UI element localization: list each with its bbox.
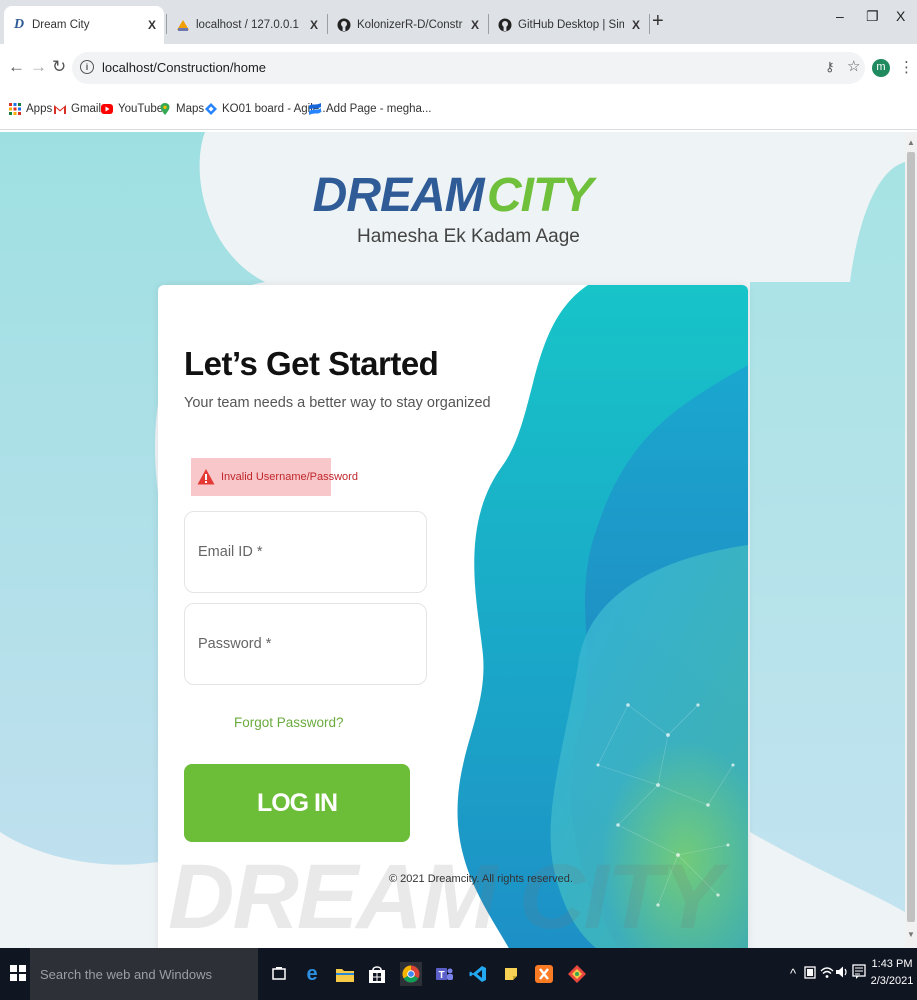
tab-title: GitHub Desktop | Simple collabo: [518, 19, 624, 31]
apps-grid-icon: [9, 103, 21, 115]
forgot-password-link[interactable]: Forgot Password?: [234, 715, 344, 730]
taskbar-clock[interactable]: 1:43 PM 2/3/2021: [870, 956, 914, 990]
browser-toolbar: ← → ↻ i localhost/Construction/home ⚷ ☆ …: [0, 44, 917, 92]
warning-icon: [197, 469, 215, 485]
brand-tagline: Hamesha Ek Kadam Aage: [357, 226, 580, 247]
brand-logo-city: CITY: [487, 169, 593, 222]
volume-icon[interactable]: [835, 965, 849, 982]
brand-watermark: DREAM CITY: [168, 846, 722, 948]
phpmyadmin-icon: [176, 18, 190, 32]
tab-title: KolonizerR-D/Construction: [357, 19, 463, 31]
bookmarks-bar: Apps Gmail YouTube Maps KO01 board - Agi…: [0, 92, 917, 130]
tab-close-icon[interactable]: X: [632, 18, 640, 32]
minimize-button[interactable]: –: [836, 8, 844, 24]
bookmark-maps[interactable]: Maps: [159, 103, 204, 115]
scroll-down-icon[interactable]: ▼: [907, 930, 915, 939]
task-view-icon[interactable]: [268, 962, 290, 986]
tab-separator: [488, 14, 489, 34]
back-arrow-icon[interactable]: ←: [8, 57, 25, 77]
bookmark-apps[interactable]: Apps: [9, 103, 52, 115]
reload-icon[interactable]: ↻: [52, 57, 66, 77]
menu-kebab-icon[interactable]: ⋮: [899, 58, 914, 76]
scrollbar-thumb[interactable]: [907, 152, 915, 922]
sticky-notes-icon[interactable]: [500, 962, 522, 986]
close-window-button[interactable]: X: [896, 8, 905, 24]
svg-text:T: T: [439, 970, 445, 981]
login-button[interactable]: LOG IN: [184, 764, 410, 842]
confluence-icon: [309, 103, 321, 115]
file-explorer-icon[interactable]: [334, 962, 356, 986]
restore-button[interactable]: ❐: [866, 8, 879, 25]
wifi-icon[interactable]: [820, 965, 834, 982]
xampp-icon[interactable]: [533, 962, 555, 986]
browser-tab-bar: D Dream City X localhost / 127.0.0.1 / i…: [0, 0, 917, 44]
windows-start-icon[interactable]: [10, 965, 26, 981]
page-title: Let’s Get Started: [184, 345, 439, 382]
bookmark-confluence-add-page[interactable]: Add Page - megha...: [309, 103, 431, 115]
brand-logo: DREAM CITY: [0, 168, 905, 223]
brand-logo-dream: DREAM: [312, 169, 485, 222]
email-field-wrapper: [184, 511, 427, 593]
maps-pin-icon: [160, 103, 170, 115]
clock-time: 1:43 PM: [871, 958, 913, 970]
new-tab-button[interactable]: +: [652, 10, 664, 33]
scroll-up-icon[interactable]: ▲: [907, 138, 915, 147]
page-subtitle: Your team needs a better way to stay org…: [184, 395, 491, 411]
tab-close-icon[interactable]: X: [310, 18, 318, 32]
copyright-text: © 2021 Dreamcity. All rights reserved.: [389, 873, 573, 885]
address-bar[interactable]: i localhost/Construction/home ⚷ ☆: [72, 52, 865, 84]
forward-arrow-icon[interactable]: →: [30, 57, 47, 77]
vscode-icon[interactable]: [467, 962, 489, 986]
password-field-wrapper: [184, 603, 427, 685]
bookmark-gmail[interactable]: Gmail: [54, 103, 101, 115]
site-info-icon[interactable]: i: [80, 60, 94, 74]
store-icon[interactable]: [366, 962, 388, 986]
notification-center-icon[interactable]: [852, 964, 866, 983]
jira-icon: [205, 103, 217, 115]
bookmark-youtube[interactable]: YouTube: [101, 103, 163, 115]
tab-close-icon[interactable]: X: [148, 18, 156, 32]
error-alert: Invalid Username/Password: [191, 458, 358, 496]
tab-phpmyadmin[interactable]: localhost / 127.0.0.1 / ipdream / X: [168, 6, 326, 44]
github-icon: [337, 18, 351, 32]
tray-overflow-chevron[interactable]: ^: [790, 966, 796, 981]
tab-github-construction[interactable]: KolonizerR-D/Construction X: [329, 6, 487, 44]
sourcetree-icon[interactable]: [566, 962, 588, 986]
tab-title: Dream City: [32, 19, 90, 31]
github-icon: [498, 18, 512, 32]
bookmark-label: Gmail: [71, 103, 102, 115]
page-scrollbar[interactable]: ▲ ▼: [905, 132, 917, 948]
taskbar-search-box[interactable]: Search the web and Windows: [30, 948, 258, 1000]
password-key-icon[interactable]: ⚷: [825, 59, 835, 75]
tab-dream-city[interactable]: D Dream City X: [4, 6, 164, 44]
bookmark-label: Apps: [26, 103, 53, 115]
edge-browser-icon[interactable]: e: [301, 962, 323, 986]
battery-icon[interactable]: [804, 965, 816, 982]
windows-taskbar: Search the web and Windows e T ^ 1:43 PM: [0, 948, 917, 1000]
chrome-icon[interactable]: [400, 962, 422, 986]
taskbar-search-placeholder: Search the web and Windows: [40, 967, 212, 982]
youtube-icon: [101, 104, 113, 114]
tab-separator: [166, 14, 167, 34]
tab-separator: [327, 14, 328, 34]
clock-date: 2/3/2021: [870, 975, 914, 987]
tab-separator: [649, 14, 650, 34]
gmail-icon: [54, 105, 66, 114]
url-text[interactable]: localhost/Construction/home: [102, 60, 266, 75]
profile-avatar[interactable]: m: [872, 59, 890, 77]
bookmark-label: Maps: [176, 103, 205, 115]
dream-city-logo-icon: D: [13, 17, 25, 32]
email-input[interactable]: [186, 513, 425, 591]
password-input[interactable]: [186, 605, 425, 683]
login-card: DREAM CITY Let’s Get Started Your team n…: [158, 285, 748, 948]
page-viewport: DREAM CITY Hamesha Ek Kadam Aage DREAM C…: [0, 132, 905, 948]
error-alert-text: Invalid Username/Password: [221, 471, 358, 483]
bookmark-label: YouTube: [118, 103, 164, 115]
bookmark-star-icon[interactable]: ☆: [847, 57, 860, 75]
teams-icon[interactable]: T: [434, 962, 456, 986]
tab-github-desktop[interactable]: GitHub Desktop | Simple collabo X: [490, 6, 648, 44]
bookmark-label: Add Page - megha...: [326, 103, 432, 115]
tab-close-icon[interactable]: X: [471, 18, 479, 32]
tab-title: localhost / 127.0.0.1 / ipdream /: [196, 19, 302, 31]
